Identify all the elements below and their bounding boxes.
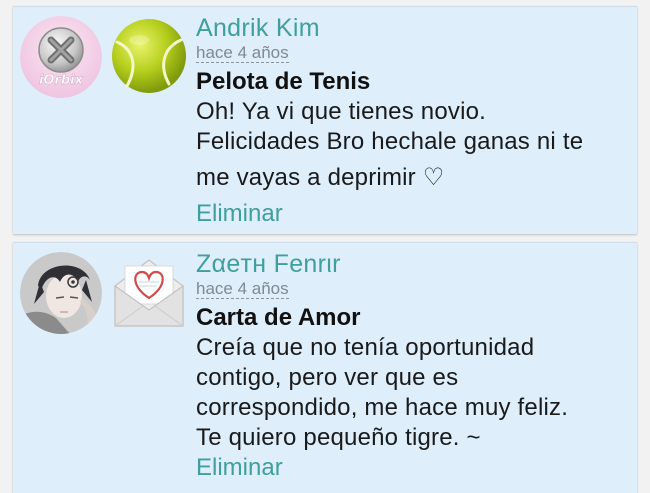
comment-message: Creía que no tenía oportunidad contigo, … <box>196 333 627 453</box>
message-line: Te quiero pequeño tigre. ~ <box>196 424 481 451</box>
message-line: Felicidades Bro hechale ganas ni te <box>196 128 584 155</box>
comment-timestamp: hace 4 años <box>196 43 289 63</box>
gift-comment: iOrbix Andrik Kim hace 4 años Pelota de … <box>13 6 637 234</box>
orbix-avatar-icon: iOrbix <box>20 16 102 98</box>
delete-button[interactable]: Eliminar <box>196 453 283 483</box>
message-line: Creía que no tenía oportunidad <box>196 334 535 361</box>
svg-text:iOrbix: iOrbix <box>39 73 84 88</box>
comment-message: Oh! Ya vi que tienes novio. Felicidades … <box>196 97 627 199</box>
message-line: me vayas a deprimir ♡ <box>196 164 445 191</box>
comment-content: Andrik Kim hace 4 años Pelota de Tenis O… <box>196 11 627 229</box>
tennis-ball-icon <box>109 16 189 96</box>
author-name[interactable]: Andrik Kim <box>196 11 627 45</box>
gift-comment: Ζαeтн Fenrιr hace 4 años Carta de Amor C… <box>13 242 637 493</box>
comment-content: Ζαeтн Fenrιr hace 4 años Carta de Amor C… <box>196 247 627 483</box>
gift-name: Carta de Amor <box>196 304 361 331</box>
delete-button[interactable]: Eliminar <box>196 199 283 229</box>
gift-comments-wall: iOrbix Andrik Kim hace 4 años Pelota de … <box>0 0 650 493</box>
gift-name: Pelota de Tenis <box>196 68 371 95</box>
anime-character-avatar <box>20 252 102 334</box>
message-line: Oh! Ya vi que tienes novio. <box>196 98 487 125</box>
comment-timestamp: hace 4 años <box>196 279 289 299</box>
message-line: correspondido, me hace muy feliz. <box>196 394 569 421</box>
user-avatar[interactable] <box>20 252 102 334</box>
user-avatar[interactable]: iOrbix <box>20 16 102 98</box>
author-name[interactable]: Ζαeтн Fenrιr <box>196 247 627 281</box>
love-letter-envelope-icon <box>109 252 189 332</box>
message-line: contigo, pero ver que es <box>196 364 459 391</box>
